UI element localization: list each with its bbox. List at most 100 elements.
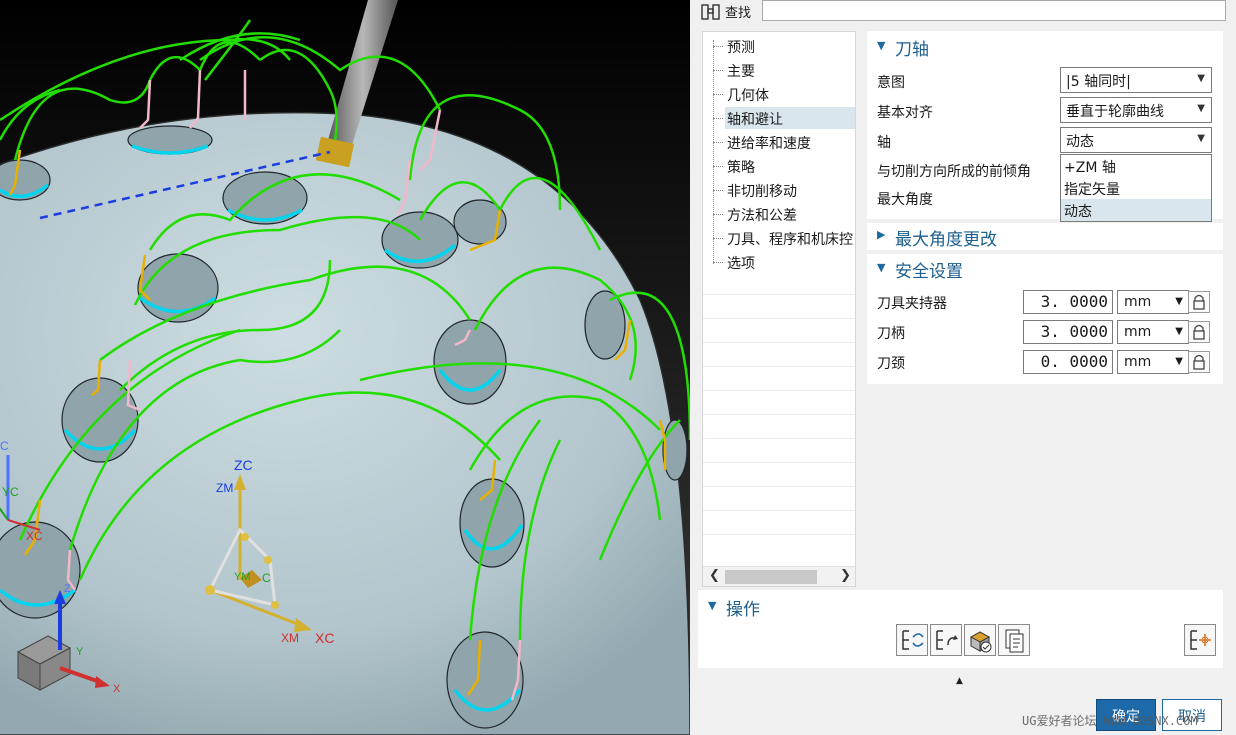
customize-icon[interactable] (1184, 624, 1216, 656)
axis-label: 轴 (877, 135, 891, 151)
nav-item-method-tolerance[interactable]: 方法和公差 (703, 202, 855, 226)
verify-icon[interactable] (964, 624, 996, 656)
shank-clearance-input[interactable]: 3. 0000 (1023, 320, 1113, 344)
find-bar: 查找 (690, 0, 1236, 24)
nav-item-label: 非切削移动 (727, 184, 797, 200)
intent-select[interactable]: |5 轴同时| ▼ (1060, 67, 1212, 93)
nav-item-main[interactable]: 主要 (703, 58, 855, 82)
scroll-thumb[interactable] (725, 570, 817, 584)
collapse-triangle-icon: ▼ (708, 599, 717, 612)
neck-clearance-label: 刀颈 (877, 356, 905, 372)
axis-option-vector[interactable]: 指定矢量 (1061, 177, 1211, 199)
left-c-label: C (0, 439, 9, 453)
unit-value: mm (1124, 294, 1152, 310)
xm-label: XM (281, 631, 299, 645)
lock-icon[interactable] (1188, 321, 1210, 343)
axis-select[interactable]: 动态 ▼ (1060, 127, 1212, 153)
lock-icon[interactable] (1188, 291, 1210, 313)
generate-icon[interactable] (896, 624, 928, 656)
holder-clearance-input[interactable]: 3. 0000 (1023, 290, 1113, 314)
list-icon[interactable] (998, 624, 1030, 656)
cube-x-label: X (113, 683, 121, 695)
lock-icon[interactable] (1188, 351, 1210, 373)
nav-item-label: 刀具、程序和机床控 (727, 232, 853, 248)
max-angle-label: 最大角度 (877, 192, 933, 208)
nav-item-label: 进给率和速度 (727, 136, 811, 152)
nav-divider (703, 486, 855, 487)
nav-divider (703, 438, 855, 439)
nav-horizontal-scrollbar[interactable]: ❮ ❯ (703, 566, 855, 586)
nav-item-preview[interactable]: 预测 (703, 34, 855, 58)
nav-item-label: 轴和避让 (725, 107, 855, 129)
find-input[interactable] (762, 0, 1226, 21)
find-label: 查找 (725, 6, 752, 21)
nav-item-geometry[interactable]: 几何体 (703, 82, 855, 106)
dropdown-arrow-icon: ▼ (1175, 326, 1183, 337)
replay-icon[interactable] (930, 624, 962, 656)
axis-option-dynamic[interactable]: 动态 (1061, 199, 1211, 221)
left-yc-label: YC (2, 485, 19, 499)
nav-item-tool-program-machine[interactable]: 刀具、程序和机床控 (703, 226, 855, 250)
unit-value: mm (1124, 324, 1152, 340)
expand-triangle-icon: ▶ (877, 228, 886, 241)
nav-item-label: 选项 (727, 256, 755, 272)
dropdown-arrow-icon: ▼ (1197, 103, 1205, 114)
neck-clearance-input[interactable]: 0. 0000 (1023, 350, 1113, 374)
watermark: UG爱好者论坛 WWW.UGSNX.COM (1022, 714, 1198, 728)
nav-item-label: 方法和公差 (727, 208, 797, 224)
nav-divider (703, 414, 855, 415)
cube-y-label: Y (76, 646, 84, 658)
axis-option-zm[interactable]: +ZM 轴 (1061, 155, 1211, 177)
scroll-left-icon[interactable]: ❮ (709, 568, 720, 583)
collapse-up-icon[interactable]: ▲ (956, 676, 963, 686)
axis-value: 动态 (1066, 134, 1094, 150)
binoculars-icon (701, 3, 720, 20)
nav-divider (703, 462, 855, 463)
tool-axis-header[interactable]: ▼ 刀轴 (867, 33, 1223, 60)
yc-label: C (262, 571, 271, 585)
group-title: 刀轴 (895, 40, 929, 60)
nav-divider (703, 390, 855, 391)
group-title: 安全设置 (895, 262, 963, 282)
scroll-right-icon[interactable]: ❯ (840, 568, 851, 583)
shank-clearance-label: 刀柄 (877, 326, 905, 342)
nav-item-options[interactable]: 选项 (703, 250, 855, 274)
page-nav-tree: 预测 主要 几何体 轴和避让 进给率和速度 策略 非切削移动 方法和公差 刀具、… (702, 31, 856, 587)
ym-label: YM (234, 571, 251, 583)
unit-value: mm (1124, 354, 1152, 370)
nav-divider (703, 510, 855, 511)
safety-settings-group: ▼ 安全设置 刀具夹持器 3. 0000 mm ▼ 刀柄 3. 0000 mm … (867, 254, 1223, 384)
safety-settings-header[interactable]: ▼ 安全设置 (867, 255, 1223, 282)
holder-clearance-unit-select[interactable]: mm ▼ (1117, 290, 1189, 314)
nav-item-non-cutting-moves[interactable]: 非切削移动 (703, 178, 855, 202)
xc-label: XC (315, 630, 334, 646)
collapse-triangle-icon: ▼ (877, 39, 886, 52)
base-alignment-select[interactable]: 垂直于轮廓曲线 ▼ (1060, 97, 1212, 123)
dropdown-arrow-icon: ▼ (1197, 133, 1205, 144)
nav-item-label: 主要 (727, 64, 755, 80)
operation-dialog: 查找 预测 主要 几何体 轴和避让 进给率和速度 策略 非切削移动 方法和公差 … (690, 0, 1236, 735)
cube-z-label: Z (64, 583, 71, 595)
nav-item-feeds-speeds[interactable]: 进给率和速度 (703, 130, 855, 154)
nav-item-axis-avoidance[interactable]: 轴和避让 (703, 106, 855, 130)
graphics-viewport[interactable]: ZC ZM XM XC C YM C YC XC Z Y X (0, 0, 690, 735)
neck-clearance-unit-select[interactable]: mm ▼ (1117, 350, 1189, 374)
shank-clearance-unit-select[interactable]: mm ▼ (1117, 320, 1189, 344)
nav-item-strategy[interactable]: 策略 (703, 154, 855, 178)
nav-divider (703, 342, 855, 343)
max-angle-change-group: ▶ 最大角度更改 (867, 223, 1223, 250)
nav-item-label: 预测 (727, 40, 755, 56)
intent-value: |5 轴同时| (1066, 74, 1131, 90)
base-alignment-label: 基本对齐 (877, 105, 933, 121)
max-angle-change-header[interactable]: ▶ 最大角度更改 (867, 223, 1223, 250)
nav-divider (703, 294, 855, 295)
dropdown-arrow-icon: ▼ (1197, 73, 1205, 84)
nav-divider (703, 534, 855, 535)
operations-header[interactable]: ▼ 操作 (698, 593, 1054, 620)
nav-item-label: 几何体 (727, 88, 769, 104)
axis-dropdown-list: +ZM 轴 指定矢量 动态 (1060, 154, 1212, 222)
group-title: 最大角度更改 (895, 230, 997, 250)
find-tab[interactable]: 查找 (696, 0, 755, 22)
zc-label: ZC (234, 457, 253, 473)
viewport-canvas[interactable]: ZC ZM XM XC C YM C YC XC Z Y X (0, 0, 690, 735)
